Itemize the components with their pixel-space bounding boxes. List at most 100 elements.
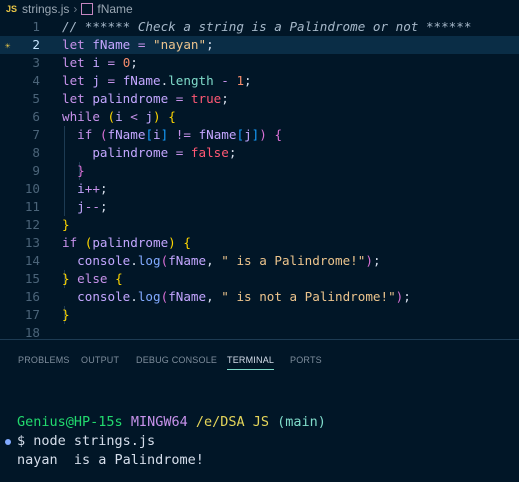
code-line[interactable]: 15} else { xyxy=(0,270,519,288)
code-token: ) xyxy=(365,253,373,268)
code-text: palindrome = false; xyxy=(62,144,236,162)
code-token: ) xyxy=(168,235,176,250)
code-token: fName xyxy=(122,73,161,88)
code-token: = xyxy=(99,55,123,70)
code-token: , xyxy=(206,289,222,304)
code-token: palindrome xyxy=(92,235,169,250)
code-token: log xyxy=(137,253,161,268)
variable-icon xyxy=(81,3,94,15)
line-number: 5 xyxy=(32,91,40,106)
code-token: = xyxy=(130,37,154,52)
code-text: if (palindrome) { xyxy=(62,234,191,252)
line-number: 17 xyxy=(24,307,40,322)
line-number: 8 xyxy=(32,145,40,160)
code-text: console.log(fName, " is a Palindrome!"); xyxy=(62,252,380,270)
code-text: let j = fName.length - 1; xyxy=(62,72,252,90)
code-line[interactable]: 1 // ****** Check a string is a Palindrom… xyxy=(0,18,519,36)
code-line[interactable]: 6 while (i < j) { xyxy=(0,108,519,126)
breadcrumb: JS strings.js › fName xyxy=(0,0,519,18)
code-token: fName xyxy=(198,127,237,142)
code-token: ; xyxy=(99,181,108,196)
code-token: ++ xyxy=(84,181,100,196)
line-number: 11 xyxy=(24,199,40,214)
terminal-command: $ node strings.js xyxy=(17,433,156,449)
code-text: let i = 0; xyxy=(62,54,138,72)
line-number: 4 xyxy=(32,73,40,88)
code-text: } xyxy=(62,306,70,324)
code-text: j--; xyxy=(62,198,107,216)
line-number: 12 xyxy=(24,217,40,232)
code-token: if xyxy=(62,235,85,250)
code-token: - xyxy=(213,73,237,88)
code-token: ; xyxy=(221,91,229,106)
code-line[interactable]: 11 j--; xyxy=(0,198,519,216)
code-line[interactable]: 10 i++; xyxy=(0,180,519,198)
code-token: . xyxy=(130,289,138,304)
code-line[interactable]: 4 let j = fName.length - 1; xyxy=(0,72,519,90)
code-token: fName xyxy=(168,253,207,268)
code-token: let xyxy=(62,55,93,70)
code-editor[interactable]: 1 // ****** Check a string is a Palindrom… xyxy=(0,18,519,339)
code-token: -- xyxy=(84,199,100,214)
code-line[interactable]: 18 xyxy=(0,324,519,339)
code-token: ) xyxy=(259,127,267,142)
code-line[interactable]: ☀ 2 let fName = "nayan"; xyxy=(0,36,519,54)
line-number: 16 xyxy=(24,289,40,304)
tab-output[interactable]: OUTPUT xyxy=(81,355,119,365)
line-number: 18 xyxy=(24,325,40,339)
line-number: 10 xyxy=(24,181,40,196)
code-line[interactable]: 16 console.log(fName, " is not a Palindr… xyxy=(0,288,519,306)
code-line[interactable]: 17} xyxy=(0,306,519,324)
code-line[interactable]: 3 let i = 0; xyxy=(0,54,519,72)
javascript-file-icon: JS xyxy=(6,4,18,14)
code-token: ; xyxy=(244,73,252,88)
code-text: } else { xyxy=(62,270,123,288)
code-text: } xyxy=(62,216,70,234)
code-token: != xyxy=(168,127,199,142)
code-token: < xyxy=(122,109,146,124)
code-token: let xyxy=(62,37,93,52)
breadcrumb-file[interactable]: strings.js xyxy=(22,2,69,16)
code-token: . xyxy=(130,253,138,268)
tab-ports[interactable]: PORTS xyxy=(290,355,322,365)
tab-problems[interactable]: PROBLEMS xyxy=(18,355,70,365)
code-token: " is a Palindrome!" xyxy=(221,253,366,268)
code-token: { xyxy=(168,109,176,124)
code-token: ; xyxy=(403,289,411,304)
breadcrumb-symbol[interactable]: fName xyxy=(97,2,132,16)
prompt-user: Genius@HP-15s xyxy=(17,414,123,430)
code-line[interactable]: 13 if (palindrome) { xyxy=(0,234,519,252)
code-token: ) xyxy=(153,109,161,124)
code-text: // ****** Check a string is a Palindrome… xyxy=(62,18,471,36)
code-line[interactable]: 14 console.log(fName, " is a Palindrome!… xyxy=(0,252,519,270)
line-number: 1 xyxy=(32,19,40,34)
terminal[interactable]: Genius@HP-15s MINGW64 /e/DSA JS (main) $… xyxy=(0,375,519,482)
code-token: } xyxy=(62,217,70,232)
code-token: j xyxy=(77,199,85,214)
code-token: log xyxy=(137,289,161,304)
code-token: { xyxy=(183,235,191,250)
code-line[interactable]: 9 } xyxy=(0,162,519,180)
code-token: i xyxy=(77,181,85,196)
code-token: j xyxy=(145,109,154,124)
code-line[interactable]: 5 let palindrome = true; xyxy=(0,90,519,108)
code-line[interactable]: 12} xyxy=(0,216,519,234)
code-token: i xyxy=(115,109,123,124)
code-line[interactable]: 7 if (fName[i] != fName[j]) { xyxy=(0,126,519,144)
line-number: 13 xyxy=(24,235,40,250)
line-number: 2 xyxy=(32,37,40,52)
command-status-dot-icon[interactable] xyxy=(5,439,11,445)
code-token: fName xyxy=(92,37,131,52)
code-token: let xyxy=(62,73,93,88)
code-token: true xyxy=(190,91,222,106)
tab-terminal[interactable]: TERMINAL xyxy=(227,355,275,370)
code-token: if xyxy=(77,127,100,142)
code-token: [ xyxy=(145,127,154,142)
code-token: fName xyxy=(168,289,207,304)
code-token: console xyxy=(77,253,131,268)
code-line[interactable]: 8 palindrome = false; xyxy=(0,144,519,162)
tab-debug-console[interactable]: DEBUG CONSOLE xyxy=(136,355,217,365)
